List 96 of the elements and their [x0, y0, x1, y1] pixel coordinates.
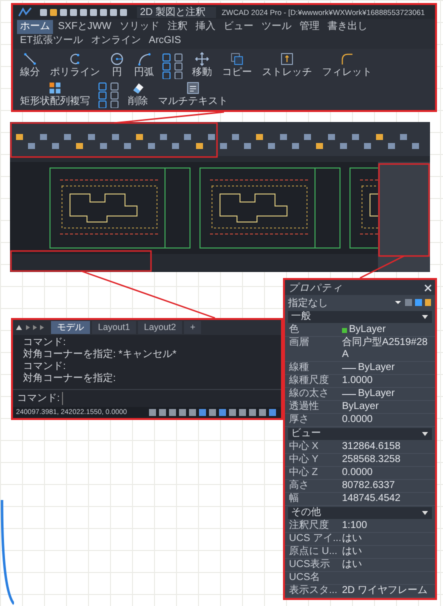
property-value: 2D ワイヤフレーム — [342, 585, 428, 597]
polyline-icon — [68, 52, 82, 66]
line-icon — [23, 52, 37, 66]
property-value: 合同户型A2519#28A — [342, 337, 429, 361]
ribbon-tab[interactable]: オンライン — [88, 34, 144, 48]
property-label: 中心 X — [289, 441, 320, 453]
ribbon-tab[interactable]: ソリッド — [116, 20, 162, 34]
property-value: 80782.6337 — [342, 480, 395, 492]
ribbon-tab[interactable]: 書き出し — [324, 20, 370, 34]
layout-tab[interactable]: Layout1 — [92, 321, 136, 334]
app-logo-icon — [17, 6, 33, 18]
move-arrows-icon — [195, 52, 209, 66]
property-label: 厚さ — [289, 414, 310, 426]
property-label: 透過性 — [289, 401, 320, 413]
property-value: ByLayer — [358, 362, 395, 374]
ribbon-tab[interactable]: 注釈 — [164, 20, 190, 34]
array-grid-icon — [48, 81, 62, 95]
property-value: 258568.3258 — [342, 454, 400, 466]
text-document-icon — [186, 81, 200, 95]
selection-dropdown[interactable]: 指定なし — [288, 296, 328, 310]
property-value: 1:100 — [342, 520, 368, 532]
expand-arrow-icon[interactable] — [421, 509, 429, 517]
circle-icon — [110, 52, 124, 66]
property-label: 色 — [289, 324, 300, 336]
ribbon-tool-button[interactable]: コピー — [220, 51, 254, 79]
status-bar-toggle-icons-drawing[interactable] — [148, 408, 278, 417]
ribbon-tool-button[interactable]: 線分 — [18, 51, 42, 79]
section-header[interactable]: 一般 — [288, 311, 432, 323]
property-value: はい — [342, 559, 362, 571]
property-label: 画層 — [289, 337, 310, 350]
ribbon-tool-button[interactable]: 円 — [108, 51, 126, 79]
property-value: ByLayer — [349, 324, 386, 336]
property-value: ByLayer — [342, 401, 379, 413]
layout-tab[interactable]: モデル — [51, 321, 90, 334]
command-history-line: コマンド: — [23, 361, 67, 372]
ribbon-tab[interactable]: ビュー — [220, 20, 256, 34]
property-label: UCS表示 — [289, 559, 332, 571]
small-tool-icons-drawing[interactable] — [98, 82, 120, 108]
property-value: 0.0000 — [342, 467, 373, 479]
fillet-icon — [340, 52, 354, 66]
section-title: ビュー — [291, 428, 321, 440]
property-label: 線の太さ — [289, 388, 330, 400]
command-history-line: 対角コーナーを指定: *キャンセル* — [23, 349, 178, 361]
ribbon-tab[interactable]: 挿入 — [192, 20, 218, 34]
ribbon-tool-button[interactable]: 円弧 — [132, 51, 156, 79]
small-tool-icons-drawing[interactable] — [162, 53, 184, 79]
property-label: UCS名 — [289, 572, 322, 584]
ribbon-tool-button[interactable]: フィレット — [320, 51, 374, 79]
section-title: 一般 — [291, 311, 311, 323]
property-label: 線種尺度 — [289, 375, 330, 387]
layout-tab[interactable]: Layout2 — [138, 321, 182, 334]
command-prompt-label: コマンド: — [17, 392, 60, 404]
property-value: ByLayer — [358, 388, 395, 400]
property-label: 高さ — [289, 480, 310, 492]
eraser-icon — [131, 81, 145, 95]
section-header[interactable]: その他 — [288, 507, 432, 519]
command-history-line: 対角コーナーを指定: — [23, 373, 117, 385]
workspace-dropdown[interactable]: 2D 製図と注釈 — [137, 6, 216, 18]
property-label: 中心 Y — [289, 454, 320, 466]
ribbon-tab[interactable]: ET拡張ツール — [17, 34, 86, 48]
property-label: 線種 — [289, 362, 310, 374]
property-label: UCS アイ... — [289, 533, 342, 545]
close-icon[interactable] — [424, 284, 432, 292]
property-value: はい — [342, 533, 362, 545]
panel-title: プロパティ — [288, 282, 343, 294]
copy-icon — [230, 52, 244, 66]
property-label: 表示スタ... — [289, 585, 338, 597]
ribbon-tab[interactable]: SXFとJWW — [55, 20, 114, 34]
property-value: はい — [342, 546, 362, 558]
property-value: 312864.6158 — [342, 441, 400, 453]
selection-tool-icons-drawing[interactable] — [394, 298, 432, 307]
ribbon-tab[interactable]: ツール — [258, 20, 294, 34]
expand-arrow-icon[interactable] — [421, 430, 429, 438]
ribbon-tool-button[interactable]: マルチテキスト — [156, 80, 230, 108]
ribbon-tool-button[interactable]: 削除 — [126, 80, 150, 108]
ribbon-tab[interactable]: 管理 — [296, 20, 322, 34]
section-title: その他 — [291, 507, 321, 519]
property-label: 原点に U... — [289, 546, 338, 558]
section-header[interactable]: ビュー — [288, 428, 432, 440]
property-value: 148745.4542 — [342, 493, 400, 505]
ribbon-tool-button[interactable]: 移動 — [190, 51, 214, 79]
layout-tab[interactable]: + — [184, 321, 202, 334]
command-history-line: コマンド: — [23, 337, 67, 348]
property-value: 0.0000 — [342, 414, 373, 426]
ribbon-tab[interactable]: ArcGIS — [146, 34, 184, 48]
property-value: 1.0000 — [342, 375, 373, 387]
property-label: 注釈尺度 — [289, 520, 330, 532]
ribbon-tab[interactable]: ホーム — [17, 20, 53, 34]
arc-icon — [137, 52, 151, 66]
stretch-icon — [280, 52, 294, 66]
ribbon-tool-button[interactable]: 矩形状配列複写 — [18, 80, 92, 108]
property-label: 幅 — [289, 493, 300, 505]
property-label: 中心 Z — [289, 467, 319, 479]
ribbon-tool-button[interactable]: ポリライン — [48, 51, 102, 79]
expand-arrow-icon[interactable] — [421, 313, 429, 321]
ribbon-tool-button[interactable]: ストレッチ — [260, 51, 314, 79]
